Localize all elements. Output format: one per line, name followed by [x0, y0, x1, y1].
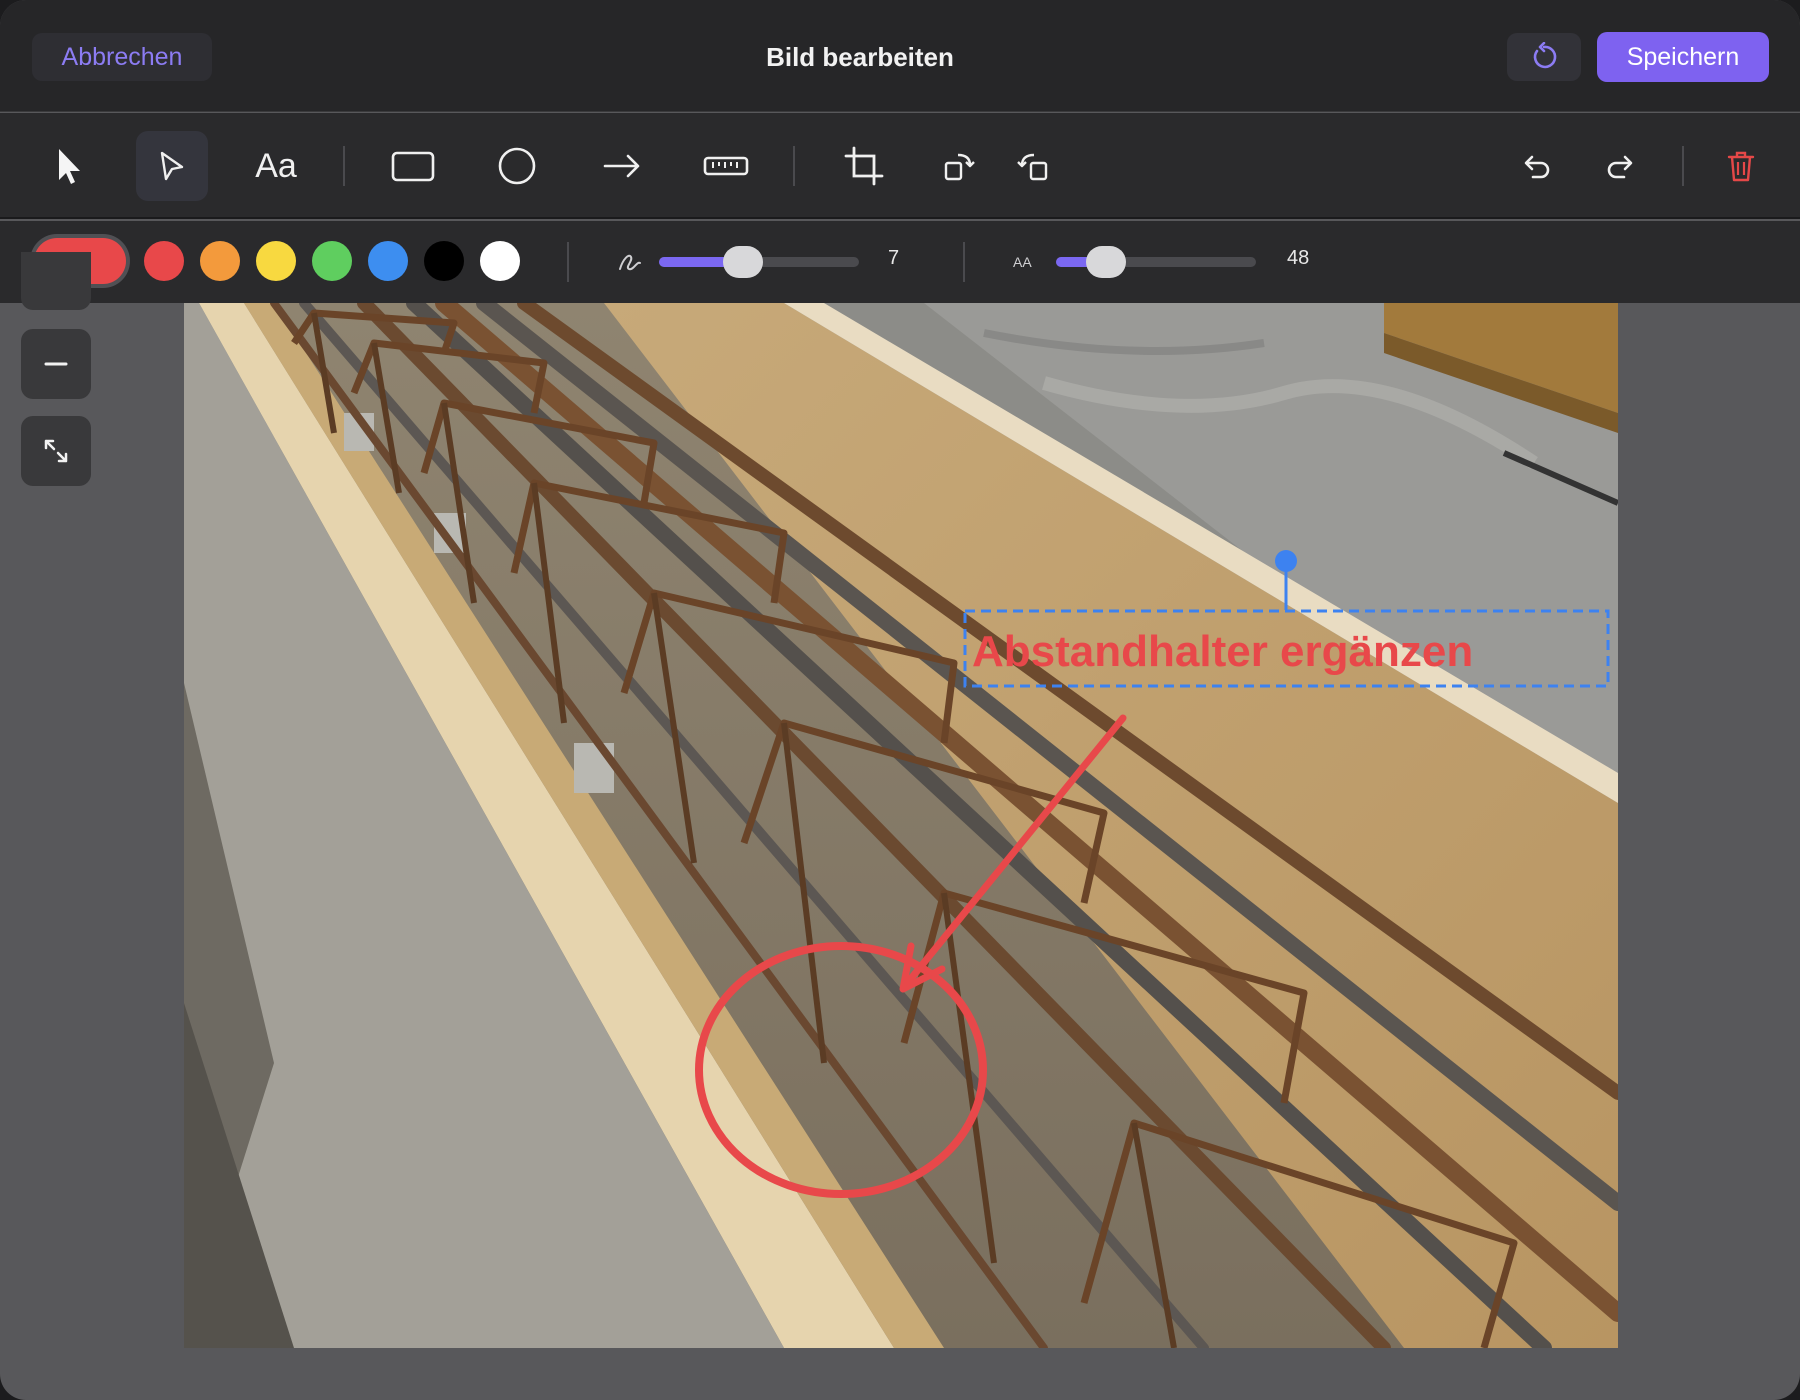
annotation-text[interactable]: Abstandhalter ergänzen	[972, 627, 1473, 676]
style-bar: 7 AA 48	[0, 221, 1800, 303]
minus-icon	[44, 362, 68, 366]
font-size-slider[interactable]	[1056, 246, 1256, 278]
tool-rectangle[interactable]	[377, 131, 449, 201]
redo-icon	[1607, 155, 1633, 179]
tool-select[interactable]	[31, 131, 103, 201]
photo-canvas[interactable]: Abstandhalter ergänzen	[184, 303, 1618, 1348]
revert-icon	[1533, 42, 1557, 69]
image-editor-window: Abbrechen Bild bearbeiten Speichern Aa 7…	[0, 0, 1800, 1400]
ruler-icon	[703, 156, 749, 176]
cancel-button[interactable]: Abbrechen	[32, 33, 212, 81]
color-swatch-black[interactable]	[424, 241, 464, 281]
expand-icon	[44, 439, 68, 463]
tool-rotate-right[interactable]	[923, 131, 995, 201]
arrow-right-icon	[603, 154, 640, 178]
tool-text[interactable]: Aa	[240, 131, 312, 201]
rotate-handle[interactable]	[1275, 550, 1297, 572]
tool-pen[interactable]	[136, 131, 208, 201]
trash-icon	[1727, 151, 1755, 182]
pointer-arrow-icon	[59, 149, 80, 184]
stroke-width-value: 7	[888, 247, 900, 269]
tool-crop[interactable]	[828, 131, 900, 201]
font-size-slider-thumb[interactable]	[1086, 246, 1126, 278]
rotate-left-icon	[1017, 153, 1048, 181]
tool-ellipse[interactable]	[481, 131, 553, 201]
tool-redo[interactable]	[1585, 131, 1657, 201]
tool-delete[interactable]	[1705, 131, 1777, 201]
crop-icon	[844, 146, 884, 186]
page-title: Bild bearbeiten	[766, 42, 954, 72]
color-swatch-red[interactable]	[144, 241, 184, 281]
divider	[343, 146, 345, 186]
revert-button[interactable]	[1507, 33, 1581, 81]
color-swatch-white[interactable]	[480, 241, 520, 281]
rectangle-icon	[391, 151, 435, 182]
divider	[567, 242, 569, 282]
header-bar: Abbrechen Bild bearbeiten Speichern	[0, 0, 1800, 112]
tool-undo[interactable]	[1500, 131, 1572, 201]
color-swatch-green[interactable]	[312, 241, 352, 281]
zoom-in-button[interactable]	[21, 252, 91, 310]
tool-measure[interactable]	[690, 131, 762, 201]
fit-to-screen-button[interactable]	[21, 416, 91, 486]
save-button[interactable]: Speichern	[1597, 32, 1769, 82]
font-size-icon: AA	[1013, 251, 1032, 272]
tool-rotate-left[interactable]	[999, 131, 1071, 201]
divider	[793, 146, 795, 186]
color-swatch-yellow[interactable]	[256, 241, 296, 281]
rotate-right-icon	[944, 153, 975, 181]
tool-bar: Aa	[0, 113, 1800, 219]
divider	[1682, 146, 1684, 186]
construction-photo: Abstandhalter ergänzen	[184, 303, 1618, 1348]
tool-arrow[interactable]	[586, 131, 658, 201]
color-swatch-orange[interactable]	[200, 241, 240, 281]
text-tool-label: Aa	[255, 146, 297, 185]
undo-icon	[1524, 155, 1550, 179]
divider	[963, 242, 965, 282]
color-swatch-blue[interactable]	[368, 241, 408, 281]
zoom-out-button[interactable]	[21, 329, 91, 399]
pen-cursor-icon	[160, 151, 184, 181]
stroke-width-icon	[619, 254, 641, 271]
stroke-width-slider-thumb[interactable]	[723, 246, 763, 278]
circle-icon	[498, 147, 536, 185]
font-size-icon-label: AA	[1013, 254, 1032, 270]
font-size-value: 48	[1287, 247, 1310, 269]
stroke-width-slider[interactable]	[659, 246, 859, 278]
